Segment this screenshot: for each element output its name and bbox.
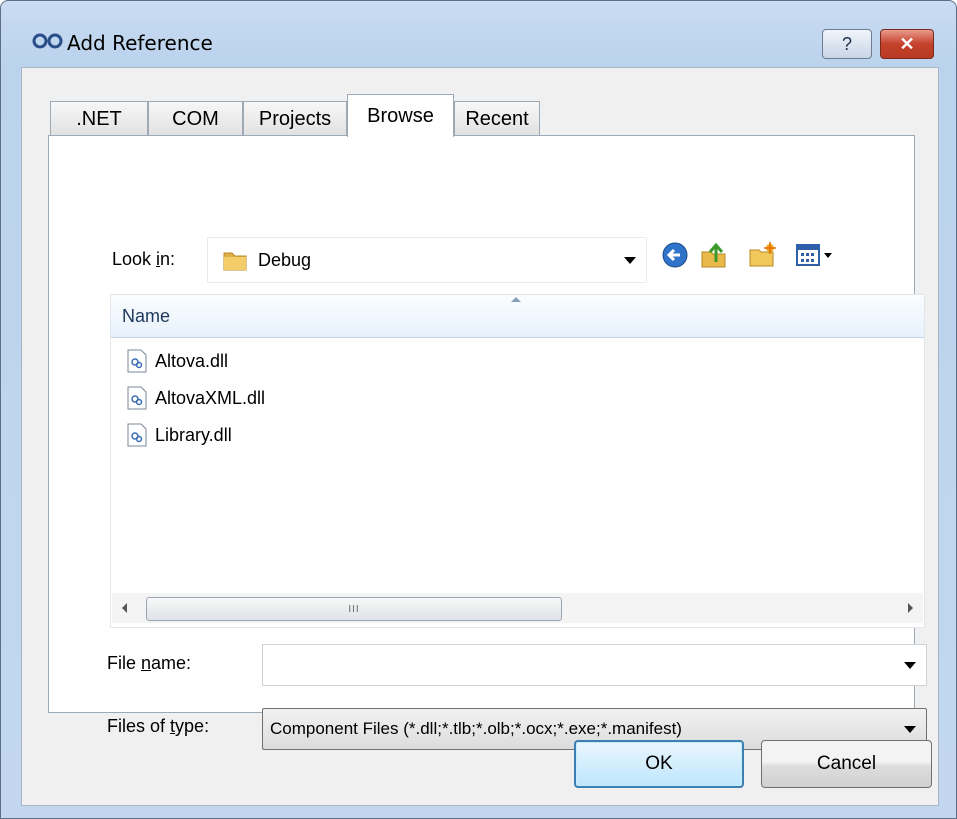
- tab-label: Browse: [367, 104, 434, 127]
- sort-ascending-icon: [511, 297, 521, 302]
- files-of-type-value: Component Files (*.dll;*.tlb;*.olb;*.ocx…: [270, 719, 682, 738]
- scroll-right-icon[interactable]: [908, 603, 913, 613]
- tab-label: Recent: [465, 107, 529, 130]
- view-menu-button[interactable]: [795, 240, 839, 270]
- file-name: AltovaXML.dll: [155, 387, 266, 408]
- tab-label: COM: [172, 107, 219, 130]
- column-header-label: Name: [122, 306, 171, 326]
- list-item[interactable]: Altova.dll: [127, 344, 228, 378]
- scrollbar-thumb[interactable]: III: [146, 597, 562, 621]
- tab-com[interactable]: COM: [148, 101, 243, 136]
- dll-file-icon: [127, 423, 147, 447]
- chevron-down-icon[interactable]: [904, 726, 916, 733]
- file-name: Altova.dll: [155, 350, 229, 371]
- close-icon: ✕: [899, 33, 915, 54]
- up-folder-icon[interactable]: [699, 240, 729, 270]
- horizontal-scrollbar[interactable]: III: [112, 593, 923, 623]
- scroll-left-icon[interactable]: [122, 603, 127, 613]
- help-button[interactable]: ?: [822, 29, 872, 59]
- close-button[interactable]: ✕: [880, 29, 934, 59]
- help-icon: ?: [841, 33, 852, 54]
- column-header-name[interactable]: Name: [111, 295, 924, 338]
- look-in-value: Debug: [258, 250, 312, 270]
- files-of-type-label: Files of type:: [107, 716, 210, 736]
- file-name-label: File name:: [107, 653, 192, 673]
- list-item[interactable]: AltovaXML.dll: [127, 381, 265, 415]
- tab-recent[interactable]: Recent: [454, 101, 540, 136]
- file-name-field[interactable]: [262, 644, 927, 686]
- view-menu-icon: [796, 244, 832, 266]
- look-in-label: Look in:: [112, 249, 176, 269]
- dll-file-icon: [127, 386, 147, 410]
- tab-label: .NET: [76, 107, 122, 130]
- dialog-client-area: .NET COM Projects Browse Recent Look in:…: [21, 67, 939, 806]
- window-title: Add Reference: [67, 31, 213, 55]
- chevron-down-icon[interactable]: [904, 662, 916, 669]
- add-reference-dialog: Add Reference ? ✕ .NET COM Projects Brow…: [0, 0, 957, 819]
- file-list[interactable]: Name Altova.dll AltovaXML.dll Library.dl…: [110, 294, 925, 628]
- scroll-grip: III: [348, 603, 360, 615]
- tab-browse[interactable]: Browse: [347, 94, 454, 137]
- reference-link-icon: [32, 33, 63, 49]
- tab-label: Projects: [258, 107, 332, 130]
- cancel-button[interactable]: Cancel: [761, 740, 932, 788]
- ok-button[interactable]: OK: [574, 740, 744, 788]
- tab-dotnet[interactable]: .NET: [50, 101, 148, 136]
- browse-tab-panel: Look in: Debug Name Altova.dll AltovaXML…: [48, 135, 927, 750]
- file-name: Library.dll: [155, 424, 232, 445]
- title-bar[interactable]: Add Reference ? ✕: [1, 1, 956, 61]
- dll-file-icon: [127, 349, 147, 373]
- look-in-combo[interactable]: Debug: [207, 237, 647, 283]
- folder-icon: [223, 252, 247, 271]
- chevron-down-icon[interactable]: [624, 257, 636, 264]
- back-arrow-icon[interactable]: [660, 240, 690, 270]
- list-item[interactable]: Library.dll: [127, 418, 232, 452]
- new-folder-icon[interactable]: [747, 240, 777, 270]
- tab-projects[interactable]: Projects: [243, 101, 347, 136]
